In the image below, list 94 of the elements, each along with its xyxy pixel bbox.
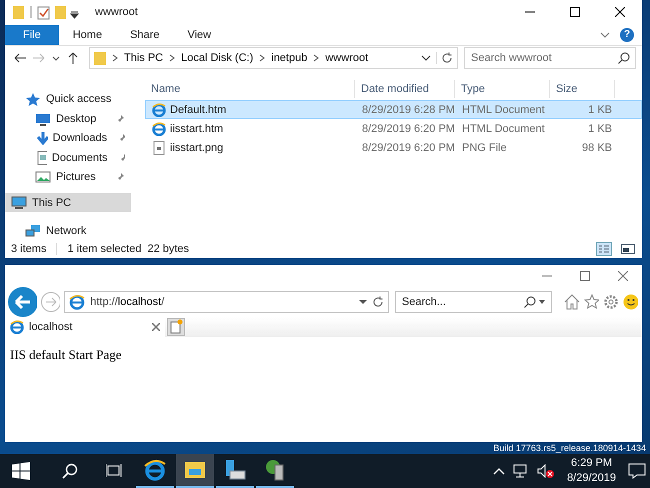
file-type: HTML Document <box>461 122 546 135</box>
browser-e-icon <box>144 459 166 481</box>
browser-e-icon <box>152 122 166 136</box>
network-icon[interactable] <box>513 464 530 478</box>
window-title: wwwroot <box>95 6 139 18</box>
maximize-icon <box>570 7 580 18</box>
item-count: 3 items <box>11 243 46 256</box>
nav-item[interactable]: Quick access <box>5 89 131 109</box>
back-button[interactable] <box>8 287 37 317</box>
chevron-right-icon <box>168 54 176 62</box>
chevron-right-icon <box>258 54 266 62</box>
breadcrumb-item[interactable]: This PC <box>124 52 164 64</box>
nav-item[interactable]: Documents <box>5 148 131 168</box>
folder-icon <box>94 51 106 66</box>
browser-e-icon <box>10 320 24 334</box>
iis-manager-icon <box>264 459 286 481</box>
nav-item[interactable]: Desktop <box>5 108 131 128</box>
refresh-icon[interactable] <box>372 296 384 308</box>
dropdown-icon[interactable] <box>421 54 431 62</box>
breadcrumb-item[interactable]: inetpub <box>271 52 308 64</box>
details-view-icon[interactable] <box>596 242 612 256</box>
file-name: iisstart.png <box>170 142 224 154</box>
column-header[interactable]: Size <box>550 80 615 98</box>
chevron-icon[interactable] <box>600 30 610 39</box>
search-icon <box>524 296 546 308</box>
build-watermark: Build 17763.rs5_release.180914-1434 <box>493 443 646 453</box>
chevron-right-icon <box>312 54 320 62</box>
image-file-icon <box>152 140 166 155</box>
file-size: 1 KB <box>587 104 613 116</box>
search-field[interactable]: Search wwwroot <box>464 47 636 70</box>
computer-icon <box>11 196 27 210</box>
browser-e-icon <box>152 102 166 117</box>
close-icon <box>614 7 624 18</box>
nav-item[interactable]: Downloads <box>5 128 131 148</box>
nav-item[interactable]: Network <box>5 221 131 241</box>
column-header[interactable]: Name <box>145 80 355 98</box>
file-row[interactable]: Default.htm 8/29/2019 6:28 PM HTML Document 1 KB <box>145 100 642 120</box>
file-date: 8/29/2019 6:20 PM <box>361 142 456 154</box>
file-date: 8/29/2019 6:20 PM <box>361 122 456 135</box>
folder-icon <box>184 459 206 481</box>
file-row[interactable]: iisstart.htm 8/29/2019 6:20 PM HTML Document 1 KB <box>145 119 642 138</box>
picture-icon <box>35 170 51 184</box>
selection-size: 22 bytes <box>147 243 190 256</box>
speaker-muted-icon[interactable] <box>537 464 556 478</box>
chevron-right-icon <box>111 54 119 62</box>
star-icon <box>25 92 41 106</box>
home-icon[interactable] <box>564 294 580 310</box>
large-icons-view-icon[interactable] <box>620 242 636 256</box>
file-row[interactable]: iisstart.png 8/29/2019 6:20 PM PNG File 98 KB <box>145 138 642 158</box>
selection-status: 1 item selected <box>67 243 142 256</box>
file-type: HTML Document <box>461 104 546 116</box>
star-icon[interactable] <box>584 294 600 310</box>
ribbon-tab[interactable]: Home <box>58 24 116 45</box>
breadcrumb-item[interactable]: Local Disk (C:) <box>181 52 254 64</box>
search-icon[interactable] <box>62 463 78 479</box>
nav-item[interactable]: Pictures <box>5 167 131 187</box>
new-tab-button[interactable] <box>167 318 185 336</box>
windows-logo-icon[interactable] <box>12 462 30 480</box>
chevron-up-icon[interactable] <box>493 466 506 476</box>
network-icon <box>25 224 41 238</box>
smiley-icon[interactable] <box>622 294 638 310</box>
breadcrumb-item[interactable]: wwwroot <box>325 52 368 64</box>
file-name: iisstart.htm <box>170 122 224 135</box>
document-icon <box>35 150 47 165</box>
file-size: 98 KB <box>581 142 613 154</box>
dropdown-icon[interactable] <box>358 299 367 305</box>
column-header[interactable]: Date modified <box>355 80 455 98</box>
task-view-icon[interactable] <box>106 463 122 479</box>
search-field[interactable]: Search... <box>394 291 552 313</box>
file-size: 1 KB <box>587 122 613 135</box>
notification-icon[interactable] <box>628 463 646 479</box>
column-header[interactable]: Type <box>455 80 550 98</box>
close-icon <box>618 271 628 281</box>
close-tab-icon[interactable] <box>152 323 160 331</box>
quick-access-toolbar-icon[interactable] <box>11 4 81 20</box>
clock[interactable]: 6:29 PM 8/29/2019 <box>567 456 616 486</box>
browser-e-icon <box>69 294 86 310</box>
nav-item[interactable]: This PC <box>5 192 131 212</box>
address-bar[interactable]: This PC Local Disk (C:) inetpub wwwroot <box>89 47 458 70</box>
ribbon-tab[interactable]: File <box>5 24 59 45</box>
page-text: IIS default Start Page <box>10 347 123 363</box>
file-date: 8/29/2019 6:28 PM <box>361 104 456 116</box>
help-button[interactable]: ? <box>620 28 634 42</box>
search-icon <box>618 52 630 64</box>
ribbon-tab[interactable]: Share <box>116 24 174 45</box>
address-bar[interactable]: http://localhost/ <box>64 291 389 313</box>
server-manager-icon <box>224 459 246 481</box>
download-arrow-icon <box>35 131 48 146</box>
ribbon-tab[interactable]: View <box>173 24 226 45</box>
file-type: PNG File <box>461 142 508 154</box>
desktop-icon <box>35 112 51 126</box>
file-name: Default.htm <box>170 104 226 116</box>
taskbar-app-button[interactable] <box>176 454 214 488</box>
maximize-icon <box>580 271 590 281</box>
